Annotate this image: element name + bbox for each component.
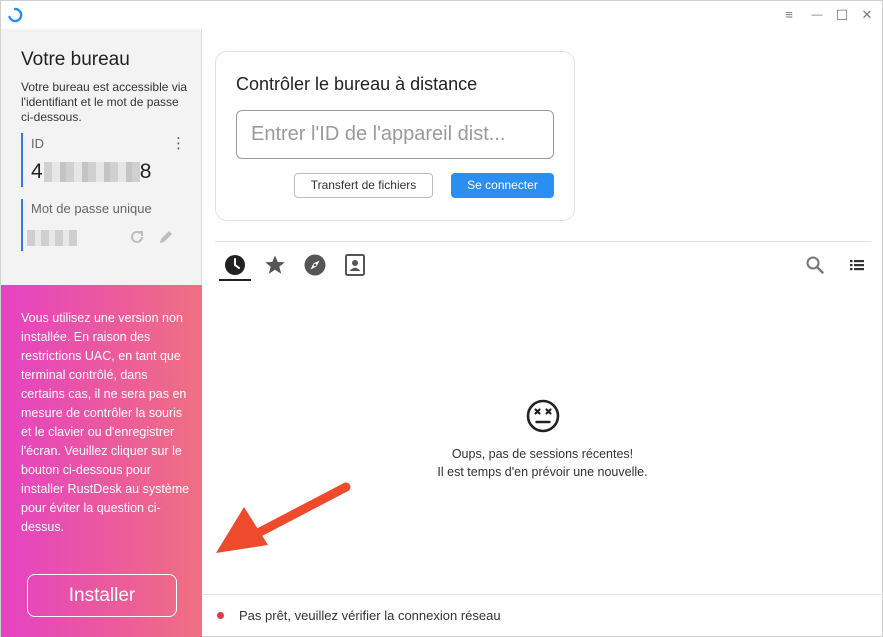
section-divider	[215, 241, 871, 242]
connect-button[interactable]: Se connecter	[451, 173, 554, 198]
list-view-icon[interactable]	[847, 255, 867, 275]
close-button[interactable]: ✕	[857, 5, 877, 25]
panel-title: Votre bureau	[21, 49, 130, 70]
id-field-accent	[21, 133, 23, 187]
more-options-icon[interactable]: ⋮	[171, 135, 186, 153]
install-warning: Vous utilisez une version non installée.…	[1, 285, 202, 637]
sad-face-icon	[526, 399, 560, 433]
edit-icon[interactable]	[156, 227, 176, 247]
active-tab-indicator	[219, 279, 251, 281]
empty-state-title: Oups, pas de sessions récentes!	[451, 447, 634, 461]
id-label: ID	[31, 136, 44, 151]
maximize-button[interactable]: ☐	[832, 5, 852, 25]
password-label: Mot de passe unique	[31, 201, 152, 216]
search-icon[interactable]	[805, 255, 825, 275]
menu-icon[interactable]: ≡	[779, 5, 799, 25]
connect-title: Contrôler le bureau à distance	[236, 74, 478, 94]
minimize-button[interactable]: —	[807, 5, 827, 25]
left-panel: Votre bureau Votre bureau est accessible…	[1, 29, 202, 637]
id-redacted	[43, 162, 140, 183]
file-transfer-button[interactable]: Transfert de fichiers	[294, 173, 433, 198]
connect-card: Contrôler le bureau à distance Transfert…	[215, 51, 575, 221]
star-icon[interactable]	[263, 253, 287, 277]
compass-icon[interactable]	[303, 253, 327, 277]
refresh-icon[interactable]	[127, 227, 147, 247]
app-window: ≡ — ☐ ✕ Votre bureau Votre bureau est ac…	[0, 0, 883, 637]
clock-icon[interactable]	[223, 253, 247, 277]
password-redacted	[27, 230, 77, 246]
install-button[interactable]: Installer	[27, 574, 177, 617]
id-value-start: 4	[31, 160, 44, 183]
remote-id-input[interactable]	[236, 110, 554, 159]
empty-state-subtitle: Il est temps d'en prévoir une nouvelle.	[437, 465, 648, 479]
id-value[interactable]: 48	[31, 160, 152, 184]
warning-text: Vous utilisez une version non installée.…	[21, 311, 190, 534]
status-divider	[203, 594, 883, 595]
password-field-accent	[21, 199, 23, 251]
title-bar: ≡ — ☐ ✕	[1, 1, 882, 29]
status-indicator	[217, 612, 224, 619]
address-book-icon[interactable]	[343, 253, 367, 277]
rustdesk-logo-icon	[8, 7, 23, 23]
id-value-end: 8	[139, 160, 153, 183]
panel-description: Votre bureau est accessible via l'identi…	[21, 80, 188, 124]
annotation-arrow-icon	[216, 482, 351, 553]
status-text: Pas prêt, veuillez vérifier la connexion…	[239, 608, 501, 623]
